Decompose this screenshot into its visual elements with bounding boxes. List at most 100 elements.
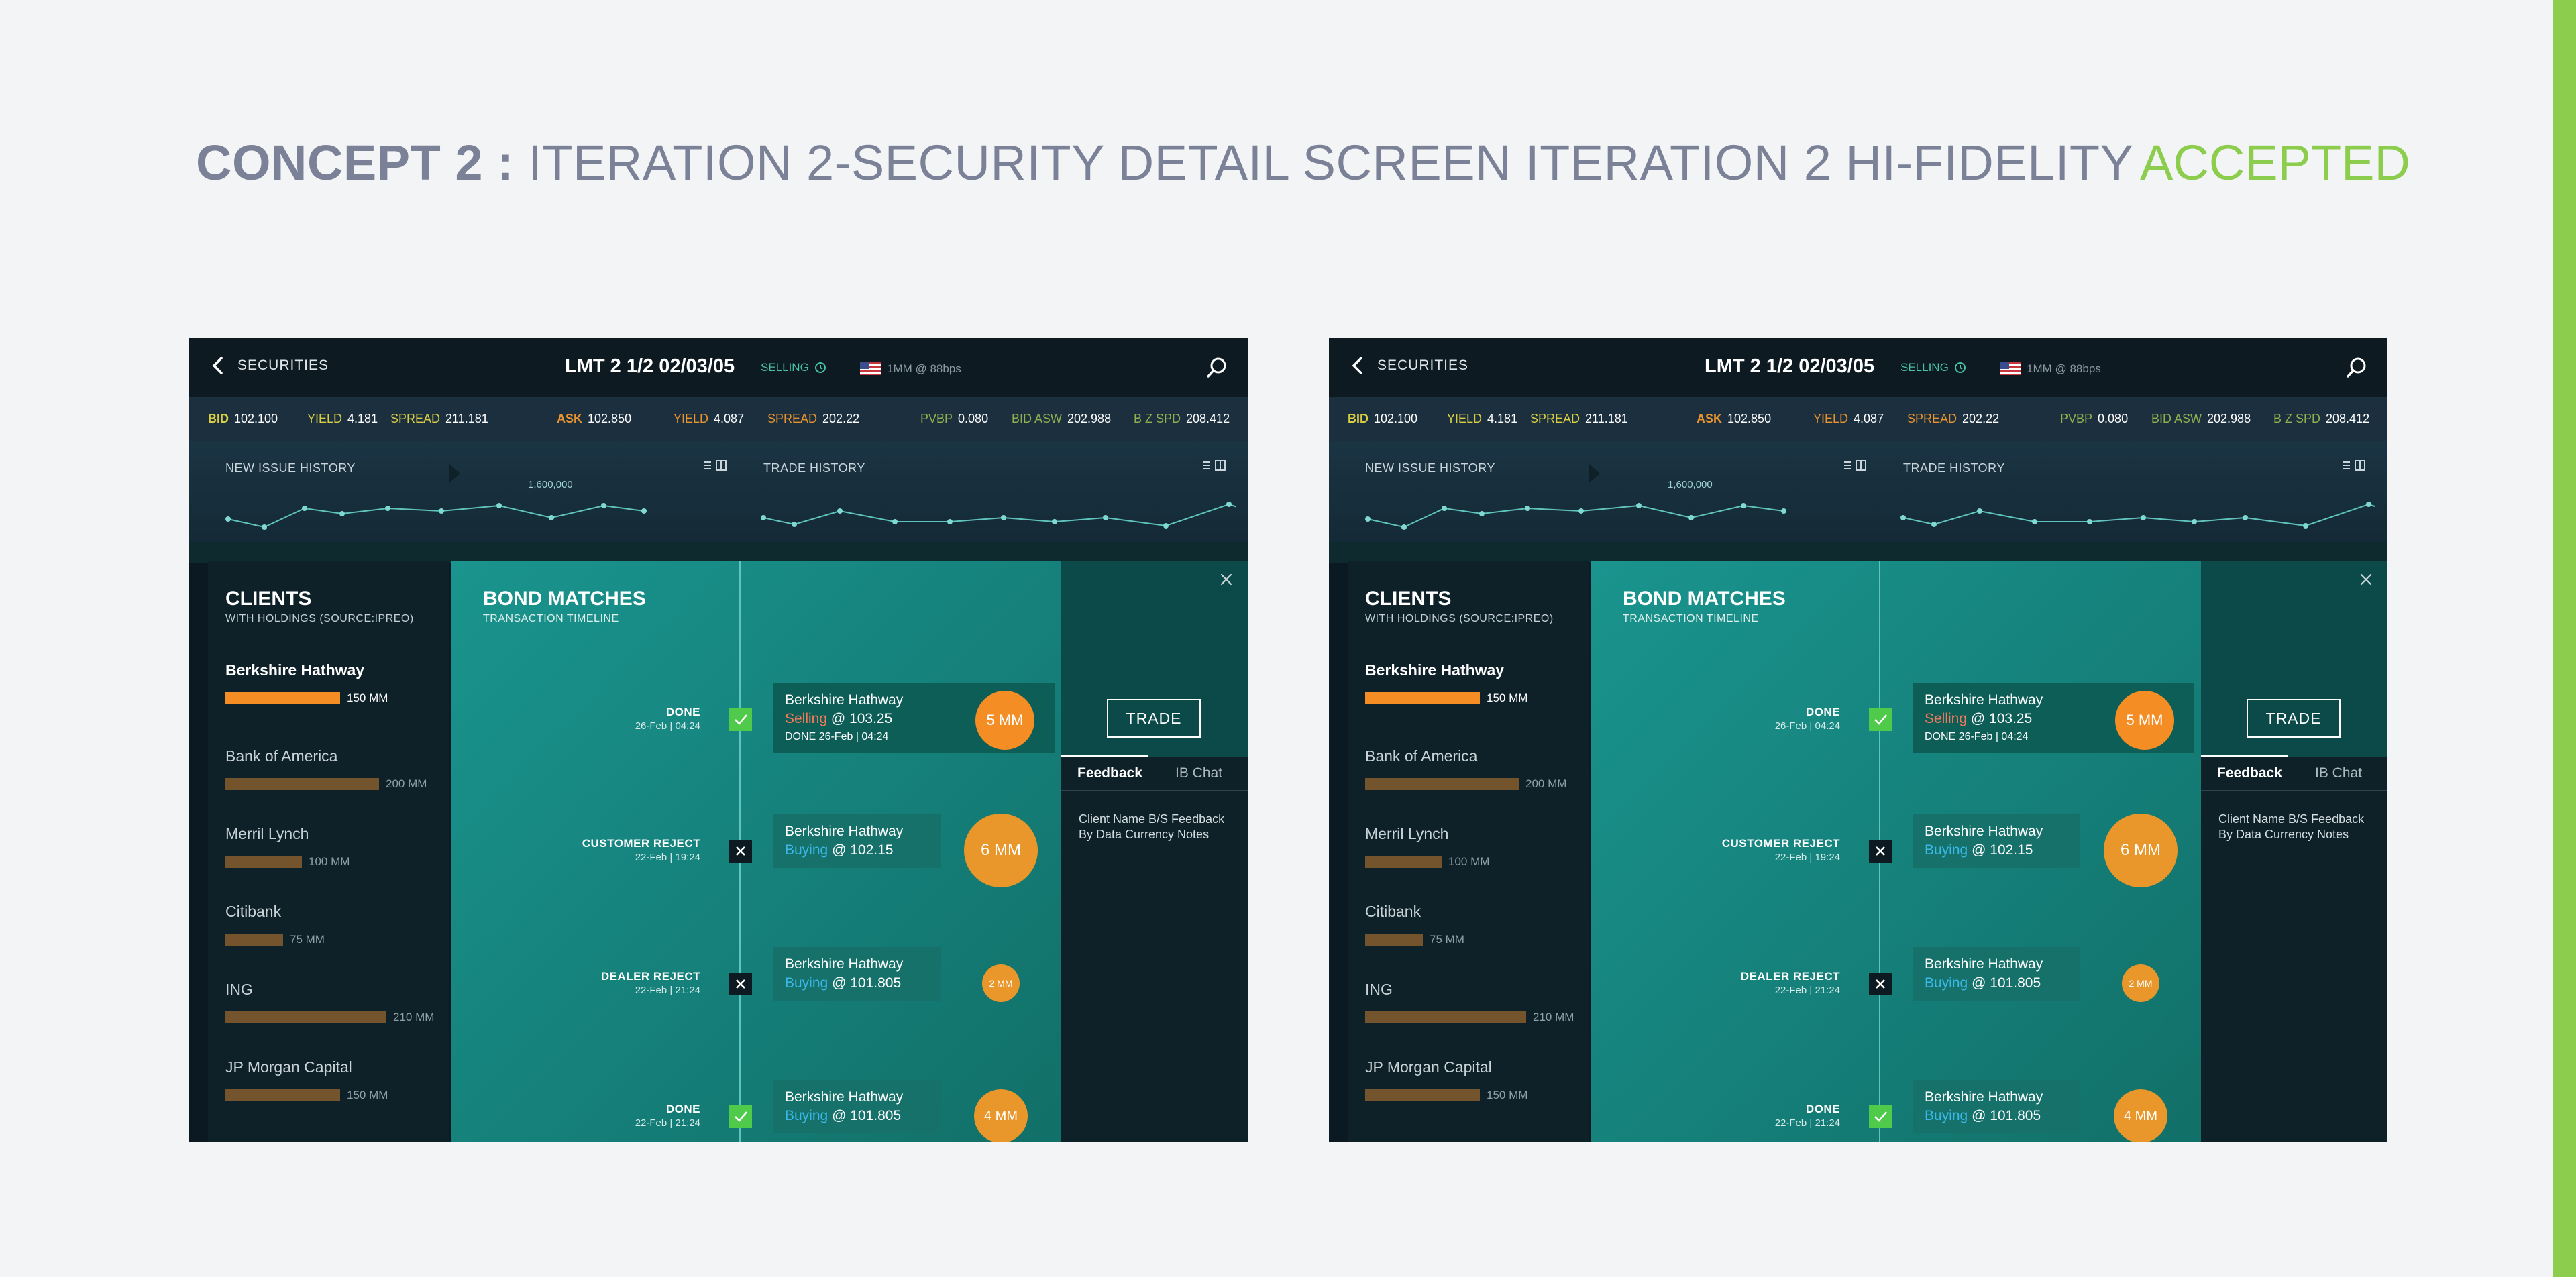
match-price-line: Buying @ 101.805 [785, 975, 928, 991]
client-item[interactable]: Merril Lynch 100 MM [225, 825, 440, 885]
size-bubble: 2 MM [982, 964, 1020, 1002]
trade-history-sparkline [761, 502, 1236, 529]
event-status: DEALER REJECT 22-Feb | 21:24 [601, 970, 700, 996]
search-icon[interactable] [2345, 355, 2369, 380]
tab-feedback[interactable]: Feedback [1077, 757, 1142, 790]
event-status-label: DONE [665, 1103, 700, 1115]
match-price-line: Buying @ 101.805 [785, 1108, 928, 1124]
match-card[interactable]: Berkshire Hathway Buying @ 102.15 [773, 814, 941, 868]
match-card[interactable]: Berkshire Hathway Buying @ 101.805 [1913, 1080, 2080, 1133]
client-name: JP Morgan Capital [1365, 1058, 1492, 1076]
trade-button[interactable]: TRADE [2247, 699, 2341, 738]
holding-amount: 100 MM [1448, 855, 1490, 868]
client-item[interactable]: Citibank 75 MM [225, 903, 440, 963]
clients-heading: CLIENTS [225, 588, 312, 610]
event-date: 22-Feb | 19:24 [1774, 852, 1840, 863]
clients-panel: CLIENTS WITH HOLDINGS (SOURCE:IPREO) Ber… [208, 561, 449, 1142]
size-info: 1MM @ 88bps [2027, 362, 2101, 375]
accent-bar [2553, 0, 2576, 1277]
ask-price: ASK 102.850 [557, 412, 632, 425]
event-date: 22-Feb | 21:24 [1774, 1117, 1840, 1129]
bond-matches-heading: BOND MATCHES [483, 588, 646, 610]
reject-x-icon [1869, 973, 1892, 995]
clock-icon [1954, 362, 1966, 373]
match-price: @ 103.25 [830, 711, 893, 726]
event-status: CUSTOMER REJECT 22-Feb | 19:24 [582, 837, 700, 863]
back-button[interactable]: SECURITIES [1346, 354, 1468, 377]
top-bar: SECURITIES LMT 2 1/2 02/03/05 SELLING 1M… [1329, 338, 2387, 397]
reject-x-icon [1869, 840, 1892, 863]
tab-feedback[interactable]: Feedback [2217, 757, 2282, 790]
client-item[interactable]: JP Morgan Capital 150 MM [225, 1058, 440, 1119]
tab-ib-chat[interactable]: IB Chat [2315, 757, 2362, 790]
back-button[interactable]: SECURITIES [207, 354, 329, 377]
holding-row: 200 MM [225, 777, 440, 791]
holding-bar [1365, 856, 1442, 868]
close-icon[interactable] [2358, 571, 2374, 588]
event-status: DONE 26-Feb | 04:24 [1775, 706, 1840, 732]
match-price: @ 101.805 [1972, 975, 2041, 991]
event-status: DONE 26-Feb | 04:24 [635, 706, 700, 732]
client-item[interactable]: Berkshire Hathway 150 MM [225, 661, 440, 722]
event-date: 22-Feb | 21:24 [1774, 985, 1840, 996]
client-item[interactable]: Berkshire Hathway 150 MM [1365, 661, 1580, 722]
bond-matches-subheading: TRANSACTION TIMELINE [483, 613, 619, 624]
trade-button[interactable]: TRADE [1107, 699, 1201, 738]
size-bubble: 5 MM [975, 691, 1034, 750]
history-charts: NEW ISSUE HISTORY TRADE HISTORY 1,600,00… [189, 441, 1248, 542]
client-item[interactable]: Bank of America 200 MM [225, 747, 440, 808]
holding-amount: 150 MM [1487, 1089, 1528, 1101]
bid-spread: SPREAD 211.181 [1530, 412, 1628, 425]
holding-bar [225, 778, 379, 790]
check-icon [729, 708, 752, 731]
holding-amount: 100 MM [309, 855, 350, 868]
size-bubble: 5 MM [2115, 691, 2174, 750]
bid-asw: BID ASW 202.988 [2151, 412, 2251, 425]
selling-label: SELLING [761, 361, 809, 374]
event-status: DONE 22-Feb | 21:24 [635, 1103, 700, 1129]
holding-row: 100 MM [1365, 855, 1580, 869]
client-item[interactable]: ING 210 MM [1365, 981, 1580, 1041]
search-icon[interactable] [1205, 355, 1229, 380]
match-action: Buying [785, 1108, 828, 1123]
holding-amount: 150 MM [347, 1089, 388, 1101]
selection-pointer [1589, 464, 1600, 483]
size-bubble: 4 MM [974, 1089, 1028, 1142]
client-item[interactable]: Bank of America 200 MM [1365, 747, 1580, 808]
match-action: Buying [1925, 975, 1968, 991]
selection-pointer [449, 464, 460, 483]
match-card[interactable]: Berkshire Hathway Buying @ 101.805 [773, 947, 941, 1001]
match-card[interactable]: Berkshire Hathway Buying @ 101.805 [1913, 947, 2080, 1001]
client-item[interactable]: Merril Lynch 100 MM [1365, 825, 1580, 885]
event-status: DEALER REJECT 22-Feb | 21:24 [1741, 970, 1840, 996]
match-price-line: Buying @ 101.805 [1925, 1108, 2068, 1124]
holding-row: 210 MM [225, 1011, 440, 1024]
match-card[interactable]: Berkshire Hathway Buying @ 101.805 [773, 1080, 941, 1133]
holding-bar [225, 1089, 340, 1101]
client-name: ING [225, 981, 253, 998]
client-item[interactable]: ING 210 MM [225, 981, 440, 1041]
clients-subheading: WITH HOLDINGS (SOURCE:IPREO) [225, 613, 414, 624]
holding-row: 200 MM [1365, 777, 1580, 791]
page-title: CONCEPT 2 : ITERATION 2-SECURITY DETAIL … [196, 135, 2134, 190]
match-action: Buying [1925, 1108, 1968, 1123]
match-price: @ 102.15 [1972, 842, 2033, 858]
match-action: Buying [785, 842, 828, 858]
history-charts: NEW ISSUE HISTORY TRADE HISTORY 1,600,00… [1329, 441, 2387, 542]
size-bubble: 6 MM [2104, 814, 2178, 887]
selling-status: SELLING [761, 361, 826, 374]
tab-ib-chat[interactable]: IB Chat [1175, 757, 1222, 790]
client-item[interactable]: JP Morgan Capital 150 MM [1365, 1058, 1580, 1119]
event-status: DONE 22-Feb | 21:24 [1775, 1103, 1840, 1129]
match-client: Berkshire Hathway [785, 824, 904, 839]
holding-row: 100 MM [225, 855, 440, 869]
check-icon [1869, 708, 1892, 731]
bid-price: BID 102.100 [208, 412, 278, 425]
holding-bar [225, 856, 302, 868]
close-icon[interactable] [1218, 571, 1234, 588]
match-price: @ 101.805 [832, 975, 902, 991]
holding-bar [1365, 1011, 1526, 1023]
client-item[interactable]: Citibank 75 MM [1365, 903, 1580, 963]
match-card[interactable]: Berkshire Hathway Buying @ 102.15 [1913, 814, 2080, 868]
trade-side-panel: TRADE Feedback IB Chat Client Name B/S F… [1061, 561, 1248, 1142]
